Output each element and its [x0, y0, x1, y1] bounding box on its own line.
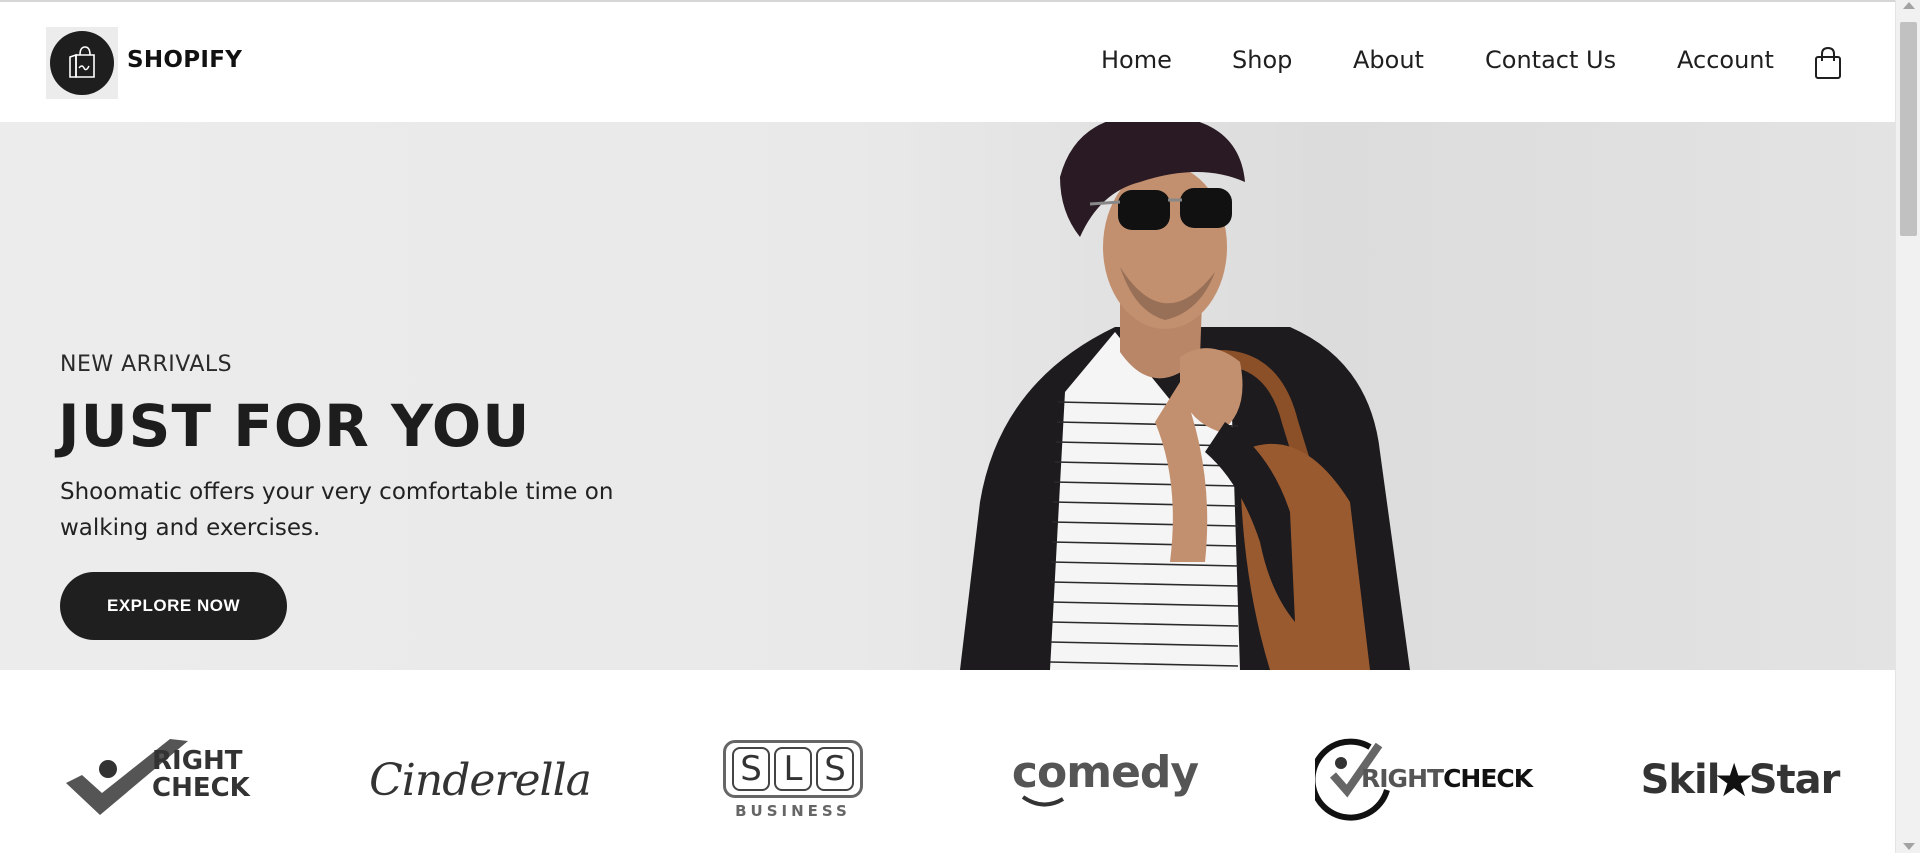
brand-rightcheck-line1: RIGHT: [152, 746, 243, 776]
brand-skillstar-part2: Star: [1748, 757, 1841, 803]
brand-skillstar-part1: Skil: [1640, 757, 1721, 803]
nav-home[interactable]: Home: [1101, 46, 1172, 74]
brand-logos: RIGHT CHECK Cinderella S L S BUSINESS co…: [0, 670, 1895, 853]
site-header: SHOPIFY Home Shop About Contact Us Accou…: [0, 2, 1895, 122]
brand-rightcheck2-part1: RIGHT: [1361, 764, 1444, 793]
shopping-bag-icon: [50, 31, 114, 95]
brand-logo-rightcheck-circle[interactable]: RIGHTCHECK: [1315, 730, 1533, 830]
scrollbar-thumb[interactable]: [1900, 22, 1917, 236]
brand-logo-skillstar[interactable]: Skil ★ Star: [1640, 730, 1841, 830]
brand-name[interactable]: SHOPIFY: [127, 47, 242, 73]
hero-banner: NEW ARRIVALS JUST FOR YOU Shoomatic offe…: [0, 122, 1895, 670]
hero-model-image: [940, 122, 1560, 670]
nav-account[interactable]: Account: [1677, 46, 1774, 74]
brand-rightcheck-line2: CHECK: [152, 773, 250, 803]
brand-logo-comedy[interactable]: comedy: [1011, 730, 1199, 830]
nav-contact-us[interactable]: Contact Us: [1485, 46, 1616, 74]
nav-shop[interactable]: Shop: [1232, 46, 1292, 74]
scroll-down-arrow-icon[interactable]: [1903, 843, 1915, 850]
nav-about[interactable]: About: [1353, 46, 1424, 74]
brand-sls-letter: S: [816, 747, 854, 791]
brand-logo-rightcheck[interactable]: RIGHT CHECK: [60, 730, 260, 830]
page: SHOPIFY Home Shop About Contact Us Accou…: [0, 0, 1895, 853]
hero-eyebrow: NEW ARRIVALS: [60, 352, 233, 377]
brand-rightcheck2-part2: CHECK: [1443, 764, 1533, 793]
cart-button[interactable]: [1813, 46, 1843, 80]
shopping-bag-icon: [1815, 46, 1841, 79]
vertical-scrollbar[interactable]: [1895, 0, 1920, 853]
brand-sls-letter: S: [732, 747, 770, 791]
scroll-up-arrow-icon[interactable]: [1903, 2, 1915, 9]
brand-logo-sls-business[interactable]: S L S BUSINESS: [708, 730, 878, 830]
brand-logo-cinderella[interactable]: Cinderella: [369, 730, 592, 830]
brand-sls-letter: L: [774, 747, 812, 791]
hero-title: JUST FOR YOU: [58, 392, 531, 460]
logo[interactable]: [46, 27, 118, 99]
hero-description: Shoomatic offers your very comfortable t…: [60, 479, 614, 541]
brand-cinderella-text: Cinderella: [369, 754, 592, 806]
explore-now-button[interactable]: EXPLORE NOW: [60, 572, 287, 640]
brand-comedy-text: comedy: [1011, 747, 1199, 798]
smile-icon: [1021, 795, 1065, 807]
brand-sls-sub: BUSINESS: [735, 802, 851, 820]
